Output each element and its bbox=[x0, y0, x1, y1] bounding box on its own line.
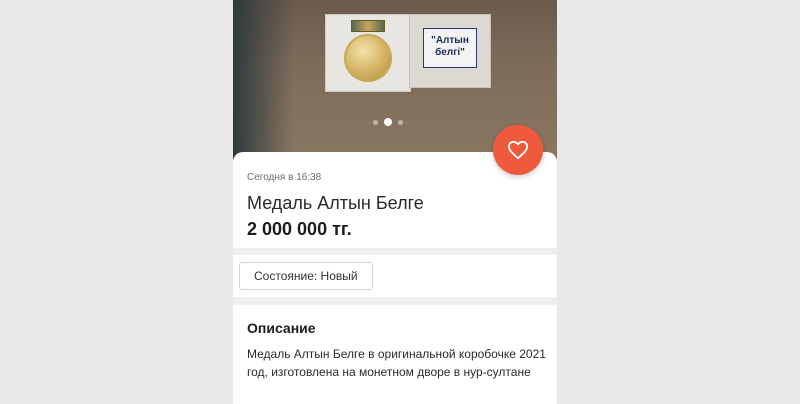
listing-screen: "Алтын белгі" Сегодня в 16:38 Медаль Алт… bbox=[233, 0, 557, 404]
pager-dot-active[interactable] bbox=[384, 118, 392, 126]
description-text: Медаль Алтын Белге в оригинальной коробо… bbox=[247, 347, 546, 379]
box-label: "Алтын белгі" bbox=[423, 28, 477, 68]
description-heading: Описание bbox=[247, 320, 316, 336]
photo-pager[interactable] bbox=[373, 118, 403, 126]
heart-icon bbox=[507, 140, 528, 160]
pager-dot[interactable] bbox=[398, 119, 403, 125]
favorite-button[interactable] bbox=[493, 125, 543, 175]
condition-chip[interactable]: Состояние: Новый bbox=[239, 262, 373, 290]
medal-ribbon-bar bbox=[351, 20, 385, 32]
attributes-section: Состояние: Новый bbox=[233, 255, 557, 297]
medal-image bbox=[344, 34, 392, 82]
listing-title: Медаль Алтын Белге bbox=[247, 193, 424, 213]
posted-date: Сегодня в 16:38 bbox=[247, 172, 322, 183]
pager-dot[interactable] bbox=[373, 119, 378, 125]
listing-price: 2 000 000 тг. bbox=[247, 219, 352, 239]
photo-shadow bbox=[233, 0, 293, 160]
description-section: Описание Медаль Алтын Белге в оригинальн… bbox=[233, 305, 557, 404]
